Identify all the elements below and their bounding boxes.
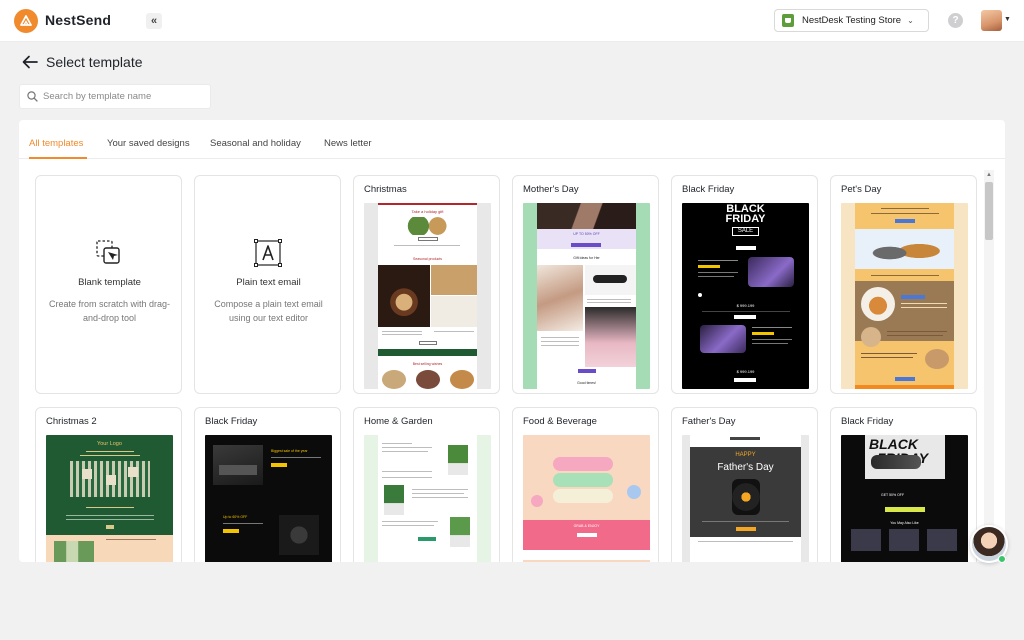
template-card-christmas[interactable]: Christmas Take a holiday gift Seasonal p… [353, 175, 500, 394]
text-edit-icon [254, 239, 282, 267]
user-avatar[interactable] [981, 10, 1002, 31]
chevron-down-icon: ⌄ [907, 16, 914, 25]
template-card-fathers-day[interactable]: Father's Day HAPPY Father's Day [671, 407, 818, 562]
template-title: Christmas 2 [46, 416, 97, 427]
template-title: Home & Garden [364, 416, 433, 427]
template-thumbnail [364, 435, 491, 562]
template-thumbnail: GRAB & ENJOY [523, 435, 650, 562]
tab-saved-designs[interactable]: Your saved designs [107, 138, 190, 149]
template-title: Food & Beverage [523, 416, 597, 427]
template-thumbnail: BLACK FRIDAY GET 50% OFF You May Also Li… [841, 435, 968, 562]
template-thumbnail: Your Logo [46, 435, 173, 562]
tab-newsletter[interactable]: News letter [324, 138, 372, 149]
template-title: Father's Day [682, 416, 736, 427]
back-arrow-icon[interactable] [22, 55, 38, 69]
template-thumbnail: HAPPY Father's Day [682, 435, 809, 562]
template-card-pets-day[interactable]: Pet's Day [830, 175, 977, 394]
template-title: Pet's Day [841, 184, 882, 195]
template-card-mothers-day[interactable]: Mother's Day UP TO 50% OFF Gift ideas fo… [512, 175, 659, 394]
template-thumbnail: BLACK FRIDAY SALE $ 999.199 $ 999.199 [682, 203, 809, 389]
template-thumbnail: Biggest sale of the year Up to 60% OFF [205, 435, 332, 562]
template-title: Mother's Day [523, 184, 579, 195]
blank-template-title: Blank template [78, 277, 141, 288]
template-card-black-friday-3[interactable]: Black Friday BLACK FRIDAY GET 50% OFF Yo… [830, 407, 977, 562]
store-name: NestDesk Testing Store [802, 15, 902, 26]
template-title: Black Friday [841, 416, 894, 427]
scrollbar-thumb[interactable] [985, 182, 993, 240]
template-tabs: All templates Your saved designs Seasona… [19, 120, 1005, 159]
template-title: Christmas [364, 184, 407, 195]
tab-all-templates[interactable]: All templates [29, 138, 83, 149]
template-search[interactable] [19, 84, 211, 109]
scroll-up-icon[interactable]: ▲ [985, 171, 993, 179]
plain-text-card[interactable]: Plain text email Compose a plain text em… [194, 175, 341, 394]
plain-text-description: Compose a plain text email using our tex… [214, 299, 323, 323]
app-name: NestSend [45, 12, 112, 28]
template-title: Black Friday [205, 416, 258, 427]
nestsend-logo-icon [14, 9, 38, 33]
template-card-black-friday[interactable]: Black Friday BLACK FRIDAY SALE $ 999.199 [671, 175, 818, 394]
template-panel: All templates Your saved designs Seasona… [19, 120, 1005, 562]
blank-template-card[interactable]: Blank template Create from scratch with … [35, 175, 182, 394]
template-card-home-garden[interactable]: Home & Garden [353, 407, 500, 562]
template-thumbnail [841, 203, 968, 389]
collapse-sidebar-button[interactable]: « [146, 13, 162, 29]
template-thumbnail: UP TO 50% OFF Gift ideas for Her Good ti… [523, 203, 650, 389]
template-title: Black Friday [682, 184, 735, 195]
template-card-black-friday-2[interactable]: Black Friday Biggest sale of the year Up… [194, 407, 341, 562]
template-grid: Blank template Create from scratch with … [19, 160, 985, 562]
blank-template-description: Create from scratch with drag-and-drop t… [48, 299, 171, 323]
plain-text-title: Plain text email [236, 277, 301, 288]
tab-seasonal-holiday[interactable]: Seasonal and holiday [210, 138, 301, 149]
page-title: Select template [46, 54, 143, 70]
help-icon[interactable]: ? [948, 13, 963, 28]
shopify-store-icon [782, 14, 794, 27]
active-tab-indicator [29, 157, 87, 159]
store-selector[interactable]: NestDesk Testing Store ⌄ [774, 9, 929, 32]
online-status-icon [998, 555, 1006, 563]
search-input[interactable] [43, 91, 203, 102]
top-bar: NestSend « NestDesk Testing Store ⌄ ? ▼ [0, 0, 1024, 42]
template-card-food-beverage[interactable]: Food & Beverage GRAB & ENJOY [512, 407, 659, 562]
drag-drop-icon [96, 240, 120, 264]
template-card-christmas-2[interactable]: Christmas 2 Your Logo [35, 407, 182, 562]
search-icon [27, 91, 38, 102]
template-thumbnail: Take a holiday gift Seasonal products Be… [364, 203, 491, 389]
avatar-dropdown-caret-icon[interactable]: ▼ [1004, 16, 1011, 23]
